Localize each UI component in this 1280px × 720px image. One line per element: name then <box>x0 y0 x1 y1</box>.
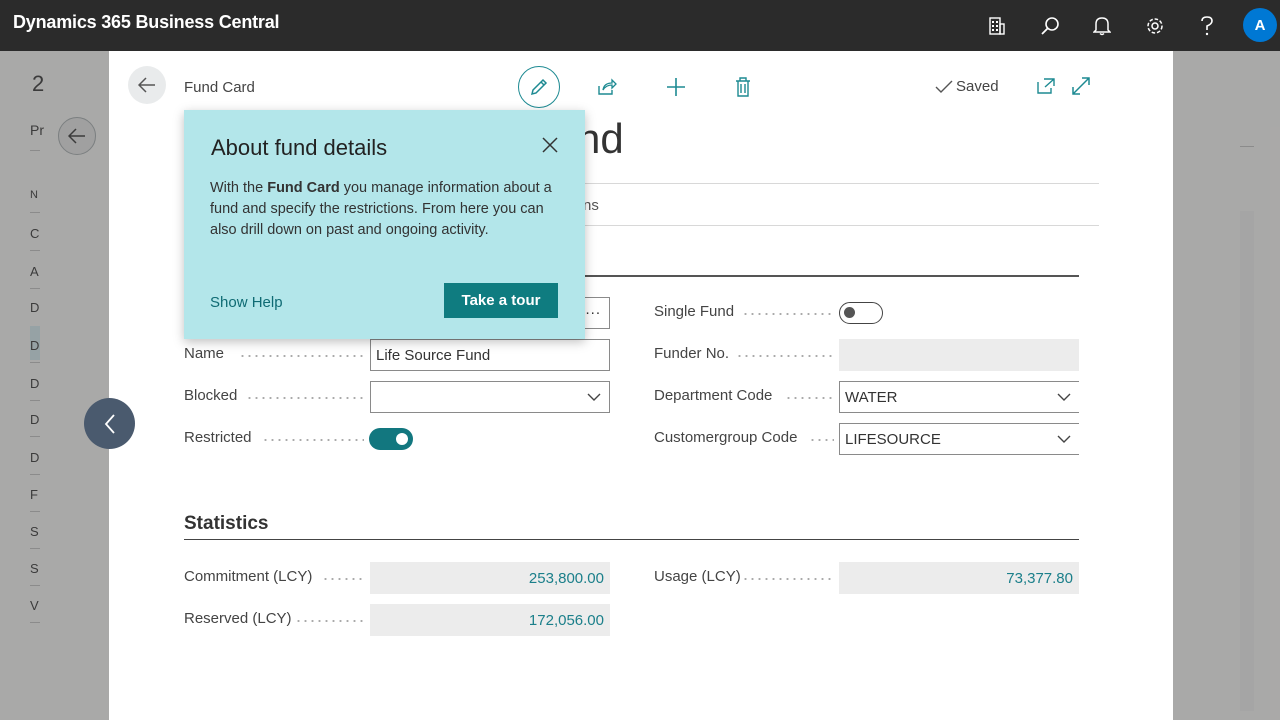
bell-icon[interactable] <box>1086 10 1118 42</box>
edit-pencil-icon <box>530 78 548 96</box>
name-label: Name <box>184 345 225 362</box>
gear-icon[interactable] <box>1139 10 1171 42</box>
avatar[interactable]: A <box>1243 8 1277 42</box>
add-icon <box>667 78 685 96</box>
funder-no-field <box>839 339 1079 371</box>
chevron-left-icon <box>104 413 115 434</box>
commitment-label: Commitment (LCY) <box>184 568 313 585</box>
popup-body-prefix: With the <box>210 180 268 196</box>
expand-icon <box>1072 77 1090 95</box>
share-button[interactable] <box>595 75 619 99</box>
open-new-window-icon <box>1037 78 1055 94</box>
usage-label: Usage (LCY) <box>654 568 741 585</box>
department-code-dropdown[interactable]: WATER <box>839 381 1079 413</box>
show-help-link[interactable]: Show Help <box>210 294 283 311</box>
popup-body-bold: Fund Card <box>267 180 340 196</box>
open-new-window-button[interactable] <box>1035 75 1057 97</box>
department-code-label: Department Code <box>654 387 773 404</box>
single-fund-label: Single Fund <box>654 303 735 320</box>
restricted-label: Restricted <box>184 429 252 446</box>
back-button[interactable] <box>128 66 166 104</box>
teaching-tip-popup: About fund details With the Fund Card yo… <box>184 110 585 339</box>
top-bar: Dynamics 365 Business Central A <box>0 0 1280 51</box>
close-icon[interactable] <box>541 136 559 154</box>
customergroup-code-label: Customergroup Code <box>654 429 798 446</box>
chevron-down-icon <box>1057 393 1071 401</box>
checkmark-icon <box>935 80 953 93</box>
tab-actions[interactable]: ns <box>583 197 599 214</box>
search-icon[interactable] <box>1034 10 1066 42</box>
reserved-value[interactable]: 172,056.00 <box>370 604 610 636</box>
single-fund-toggle[interactable] <box>839 302 883 324</box>
reserved-label: Reserved (LCY) <box>184 610 292 627</box>
code-field-lookup-button[interactable]: ... <box>585 301 601 318</box>
saved-label: Saved <box>956 78 999 95</box>
commitment-value[interactable]: 253,800.00 <box>370 562 610 594</box>
new-button[interactable] <box>664 75 688 99</box>
blocked-dropdown[interactable] <box>370 381 610 413</box>
customergroup-code-dropdown[interactable]: LIFESOURCE <box>839 423 1079 455</box>
department-code-value: WATER <box>845 388 898 406</box>
statistics-heading[interactable]: Statistics <box>184 513 268 535</box>
saved-status: Saved <box>935 78 999 95</box>
share-icon <box>598 78 617 95</box>
back-arrow-icon <box>138 77 155 93</box>
popup-body: With the Fund Card you manage informatio… <box>210 178 560 241</box>
help-icon[interactable] <box>1191 10 1223 42</box>
restricted-toggle[interactable] <box>369 428 413 450</box>
page-caption: Fund Card <box>184 79 255 96</box>
chevron-down-icon <box>587 393 601 401</box>
blocked-label: Blocked <box>184 387 238 404</box>
popup-title: About fund details <box>211 135 388 160</box>
delete-icon <box>736 77 750 97</box>
app-title: Dynamics 365 Business Central <box>13 12 280 32</box>
chevron-down-icon <box>1057 435 1071 443</box>
delete-button[interactable] <box>731 75 755 99</box>
usage-value[interactable]: 73,377.80 <box>839 562 1079 594</box>
funder-no-label: Funder No. <box>654 345 730 362</box>
edit-button[interactable] <box>518 66 560 108</box>
building-icon[interactable] <box>981 10 1013 42</box>
customergroup-code-value: LIFESOURCE <box>845 430 941 448</box>
take-a-tour-button[interactable]: Take a tour <box>444 283 558 318</box>
expand-button[interactable] <box>1070 75 1092 97</box>
previous-page-button[interactable] <box>84 398 135 449</box>
name-input[interactable]: Life Source Fund <box>370 339 610 371</box>
